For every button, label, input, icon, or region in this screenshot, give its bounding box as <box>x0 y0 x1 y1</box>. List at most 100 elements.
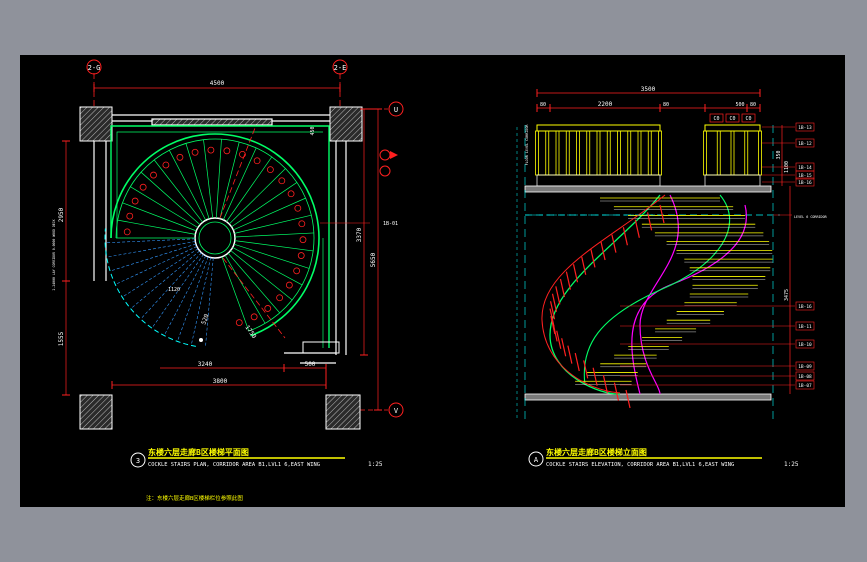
rail-left-baluster <box>647 130 652 176</box>
drawing-sheet: 2-G 2-E U V 4500 2950 1555 2.24000 LAY C… <box>20 55 845 507</box>
grid-label-2g: 2-G <box>88 64 101 72</box>
tread-number-bubble <box>299 236 307 244</box>
elev-dimension-top: 3500 80 2200 80 500 80 <box>536 86 761 112</box>
rail-right-baluster <box>716 130 721 176</box>
plan-title-cn: 东楼六层走廊B区楼梯平面图 <box>148 447 249 457</box>
tread-number-bubble <box>250 313 258 321</box>
tread-number-bubble <box>294 204 302 212</box>
dimension-bottom: 3240 500 3800 1750 520 1120 <box>111 287 327 389</box>
tread-number-bubble <box>287 190 295 198</box>
tread-number-bubble <box>139 183 147 191</box>
grid-label-2e: 2-E <box>334 64 347 72</box>
column-top-right <box>329 106 363 142</box>
baluster-red <box>659 204 665 224</box>
lower-tread-line <box>123 248 199 297</box>
dimension-top: 4500 <box>93 80 341 92</box>
dim-right-label: 3370 <box>356 227 363 242</box>
dim-diag-label: 1120 <box>168 287 180 293</box>
top-box-tag-label: C0 <box>729 116 735 122</box>
rail-right-baluster <box>758 130 762 176</box>
dim-bottom-total-label: 3800 <box>213 378 228 385</box>
elev-dim-a: 80 <box>540 102 546 108</box>
tread-number-bubble <box>266 166 274 174</box>
tread-number-bubble <box>264 305 272 312</box>
tread-line <box>232 247 303 286</box>
tread-number-bubble <box>131 197 139 205</box>
tread-number-bubble <box>276 294 284 302</box>
elev-dim-d: 80 <box>750 102 756 108</box>
tag-label: 1B-12 <box>798 141 812 147</box>
elev-dim-top-left: 2200 <box>598 101 613 108</box>
rail-right-top-rail <box>704 124 761 132</box>
tread-number-bubble <box>123 228 131 236</box>
plan-walls <box>93 114 347 364</box>
dim-top-right-label: 450 <box>310 126 316 135</box>
landing-outline <box>110 125 330 238</box>
dimension-left: 2950 1555 2.24000 LAY CORRIDOR 0.0000 WO… <box>52 140 70 396</box>
elev-dimension-right: 350 1100 3475 <box>776 125 791 394</box>
elev-side-label: FLOOR LEVEL CORRIDOR <box>516 124 529 420</box>
elev-dim-right-top: 350 <box>776 150 782 159</box>
rail-left-baluster <box>565 130 570 176</box>
rail-right-baluster <box>703 130 707 176</box>
tag-right: 1B-01 <box>383 221 398 227</box>
tread-number-bubble <box>207 146 215 154</box>
grid-line-2g: 2-G <box>86 59 102 107</box>
landing-inner <box>116 131 323 238</box>
top-box-tag-label: C0 <box>713 116 719 122</box>
outer-handrail <box>115 138 315 332</box>
lower-tread-line <box>191 257 211 344</box>
lower-tread-line <box>107 238 196 244</box>
stringer-inner <box>583 194 731 386</box>
tread-number-bubble <box>176 153 184 161</box>
rail-left-baluster <box>535 130 539 176</box>
rail-left-base <box>536 174 661 187</box>
tag-label: 1B-09 <box>798 364 812 370</box>
plan-note: 注：东楼六层走廊B区楼梯栏位参照此图 <box>146 494 243 502</box>
center-column-inner <box>198 221 232 255</box>
elev-dim-b: 80 <box>663 102 669 108</box>
rail-left-baluster <box>545 130 550 176</box>
dim-radius-label: 1750 <box>243 324 257 340</box>
elev-right-note: LEVEL 6 CORRIDOR <box>794 215 828 219</box>
stringer-magenta-b <box>631 204 747 395</box>
rail-left-baluster <box>617 130 621 176</box>
tread-number-bubble <box>126 212 134 220</box>
dim-top-label: 4500 <box>210 80 225 87</box>
tread-number-bubble <box>223 147 231 155</box>
tread-number-bubble <box>298 220 306 228</box>
baluster-red <box>634 219 640 238</box>
tread-number-bubble <box>278 177 286 185</box>
column-bottom-right <box>325 394 361 430</box>
tread-line <box>185 143 210 219</box>
dim-left-label: 2950 <box>58 207 65 222</box>
bottom-landing <box>302 341 340 354</box>
elev-title-cn: 东楼六层走廊B区楼梯立面图 <box>546 447 647 457</box>
dim-right-total-label: 5650 <box>370 252 377 267</box>
baluster-red <box>592 367 598 386</box>
grid-label-v: V <box>394 407 399 415</box>
stair-plan: 2-G 2-E U V 4500 2950 1555 2.24000 LAY C… <box>52 59 404 502</box>
baluster-red <box>565 271 571 290</box>
grid-label-u: U <box>394 106 398 114</box>
tread-number-bubble <box>285 281 293 289</box>
column-top-left <box>79 106 113 142</box>
tag-label: 1B-07 <box>798 383 812 389</box>
tag-label: 1B-08 <box>798 374 812 380</box>
rail-right-base <box>704 174 761 187</box>
rail-right-baluster <box>730 130 735 176</box>
rail-left-baluster <box>576 130 580 176</box>
rail-left-top-rail <box>536 124 661 132</box>
lower-tread-line <box>205 257 214 346</box>
top-box-tag-label: C0 <box>745 116 751 122</box>
rail-right-baluster <box>744 130 749 176</box>
tread-line <box>122 202 197 232</box>
tread-line <box>168 150 207 221</box>
dim-inner-label: 520 <box>200 313 210 326</box>
elev-title-en: COCKLE STAIRS ELEVATION, CORRIDOR AREA B… <box>546 462 734 468</box>
center-column <box>194 217 236 259</box>
dim-left-low-label: 1555 <box>58 331 65 346</box>
tread-line <box>117 219 196 235</box>
start-point <box>199 338 203 342</box>
rail-left-baluster <box>596 130 601 176</box>
